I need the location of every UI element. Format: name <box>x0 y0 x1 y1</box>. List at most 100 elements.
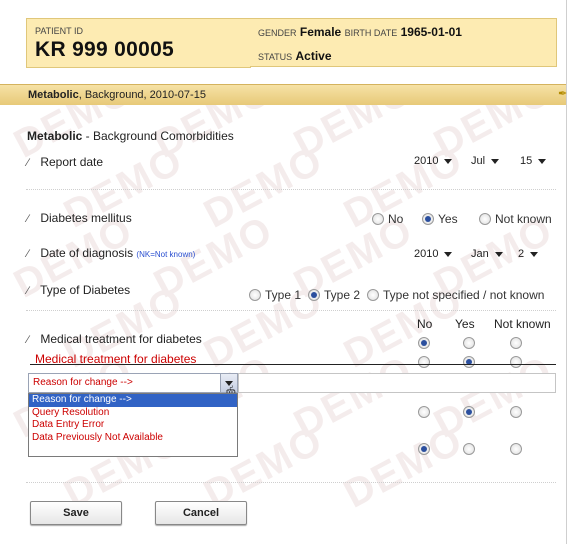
radio-button[interactable] <box>249 288 261 301</box>
form-title-detail: - Background Comorbidities <box>82 129 234 143</box>
radio-button[interactable] <box>418 405 430 418</box>
form-title-module: Metabolic <box>27 129 83 143</box>
reason-option[interactable]: Data Previously Not Available <box>29 432 237 445</box>
radio-button[interactable] <box>510 405 522 418</box>
treatment-old-radio-no <box>418 354 430 368</box>
type-option-1[interactable]: Type 1 <box>249 287 301 302</box>
pencil-icon[interactable]: ∕ <box>27 213 37 225</box>
diabetes-label: Diabetes mellitus <box>40 211 132 225</box>
radio-button <box>463 355 475 368</box>
watermark: DEMO <box>336 417 471 517</box>
separator <box>26 310 556 311</box>
radio-button[interactable] <box>463 405 475 418</box>
row-radio-yes[interactable] <box>463 404 475 418</box>
gender-label: GENDER <box>258 28 297 38</box>
patient-header: PATIENT ID KR 999 00005 GENDER Female BI… <box>0 0 566 80</box>
type-option-2[interactable]: Type 2 <box>308 287 360 302</box>
type-label: Type of Diabetes <box>40 283 131 297</box>
row-radio-yes[interactable] <box>463 441 475 455</box>
type-option-not-known[interactable]: Type not specified / not known <box>367 287 544 302</box>
save-button[interactable]: Save <box>30 501 122 525</box>
status-value: Active <box>295 49 332 63</box>
reason-option[interactable]: Reason for change --> <box>29 394 237 407</box>
report-date-label: Report date <box>40 155 104 169</box>
reason-dropdown-list: Reason for change --> Query Resolution D… <box>28 393 238 457</box>
page-frame: PATIENT ID KR 999 00005 GENDER Female BI… <box>0 0 567 544</box>
status-box: STATUS Active <box>250 43 557 67</box>
breadcrumb-detail: , Background, 2010-07-15 <box>78 89 206 101</box>
row-radio-no[interactable] <box>418 404 430 418</box>
reason-for-change-select[interactable]: Reason for change --> <box>28 373 238 393</box>
reason-comment-input[interactable] <box>238 373 556 393</box>
chevron-down-icon <box>444 158 453 164</box>
radio-button <box>418 355 430 368</box>
diagnosis-month-select[interactable]: Jan <box>471 248 503 265</box>
gender-value: Female <box>299 25 342 39</box>
treatment-header-yes: Yes <box>455 317 475 331</box>
strikethrough-line <box>30 364 556 365</box>
diagnosis-day-select[interactable]: 2 <box>518 248 539 265</box>
radio-button[interactable] <box>418 336 430 349</box>
form-body: DEMO DEMO DEMO DEMO DEMO DEMO DEMO DEMO … <box>0 105 566 544</box>
row-radio-no[interactable] <box>418 441 430 455</box>
row-radio-not-known[interactable] <box>510 404 522 418</box>
radio-button[interactable] <box>510 336 522 349</box>
report-year-select[interactable]: 2010 <box>414 155 453 172</box>
radio-button[interactable] <box>479 212 491 225</box>
pencil-icon[interactable]: ∕ <box>27 334 37 346</box>
chevron-down-icon <box>538 158 547 164</box>
chevron-down-icon <box>494 251 503 257</box>
radio-button[interactable] <box>463 442 475 455</box>
report-day-select[interactable]: 15 <box>520 155 547 172</box>
pin-icon[interactable]: ✒ <box>558 87 568 100</box>
diabetes-option-no[interactable]: No <box>372 211 403 226</box>
diabetes-row: ∕ Diabetes mellitus <box>27 211 132 225</box>
chevron-down-icon <box>444 251 453 257</box>
patient-id-label: PATIENT ID <box>35 26 84 36</box>
radio-button[interactable] <box>418 442 430 455</box>
diabetes-option-not-known[interactable]: Not known <box>479 211 552 226</box>
treatment-label: Medical treatment for diabetes <box>40 332 202 346</box>
radio-button[interactable] <box>372 212 384 225</box>
report-date-row: ∕ Report date <box>27 155 103 169</box>
treatment-radio-no[interactable] <box>418 335 430 349</box>
status-label: STATUS <box>258 52 293 62</box>
diagnosis-row: ∕ Date of diagnosis (NK=Not known) <box>27 246 195 260</box>
breadcrumb-module: Metabolic <box>28 89 79 101</box>
radio-button[interactable] <box>367 288 379 301</box>
diabetes-option-yes[interactable]: Yes <box>422 211 458 226</box>
gender-birth-box: GENDER Female BIRTH DATE 1965-01-01 <box>250 18 557 44</box>
pencil-icon[interactable]: ∕ <box>27 248 37 260</box>
radio-button[interactable] <box>308 288 320 301</box>
breadcrumb: Metabolic, Background, 2010-07-15 ✒ <box>0 84 568 106</box>
treatment-old-radio-not-known <box>510 354 522 368</box>
treatment-radio-yes[interactable] <box>463 335 475 349</box>
separator <box>26 482 556 483</box>
report-month-select[interactable]: Jul <box>471 155 500 172</box>
radio-button[interactable] <box>463 336 475 349</box>
treatment-old-radio-yes <box>463 354 475 368</box>
patient-id-box: PATIENT ID KR 999 00005 <box>26 18 251 68</box>
pencil-icon[interactable]: ∕ <box>27 157 37 169</box>
row-radio-not-known[interactable] <box>510 441 522 455</box>
diagnosis-hint: (NK=Not known) <box>136 250 196 259</box>
type-row: ∕ Type of Diabetes <box>27 283 130 297</box>
pencil-icon[interactable]: ∕ <box>27 285 37 297</box>
treatment-header-not-known: Not known <box>494 317 551 331</box>
treatment-row: ∕ Medical treatment for diabetes <box>27 332 202 346</box>
reason-option[interactable]: Data Entry Error <box>29 419 237 432</box>
reason-option[interactable]: Query Resolution <box>29 407 237 420</box>
separator <box>26 189 556 190</box>
chevron-down-icon <box>491 158 500 164</box>
treatment-header-no: No <box>417 317 433 331</box>
birth-date-value: 1965-01-01 <box>400 25 462 39</box>
chevron-down-icon <box>530 251 539 257</box>
radio-button[interactable] <box>510 442 522 455</box>
birth-date-label: BIRTH DATE <box>344 28 398 38</box>
cancel-button[interactable]: Cancel <box>155 501 247 525</box>
diagnosis-year-select[interactable]: 2010 <box>414 248 453 265</box>
radio-button[interactable] <box>422 212 434 225</box>
treatment-radio-not-known[interactable] <box>510 335 522 349</box>
form-title: Metabolic - Background Comorbidities <box>27 129 234 143</box>
radio-button <box>510 355 522 368</box>
